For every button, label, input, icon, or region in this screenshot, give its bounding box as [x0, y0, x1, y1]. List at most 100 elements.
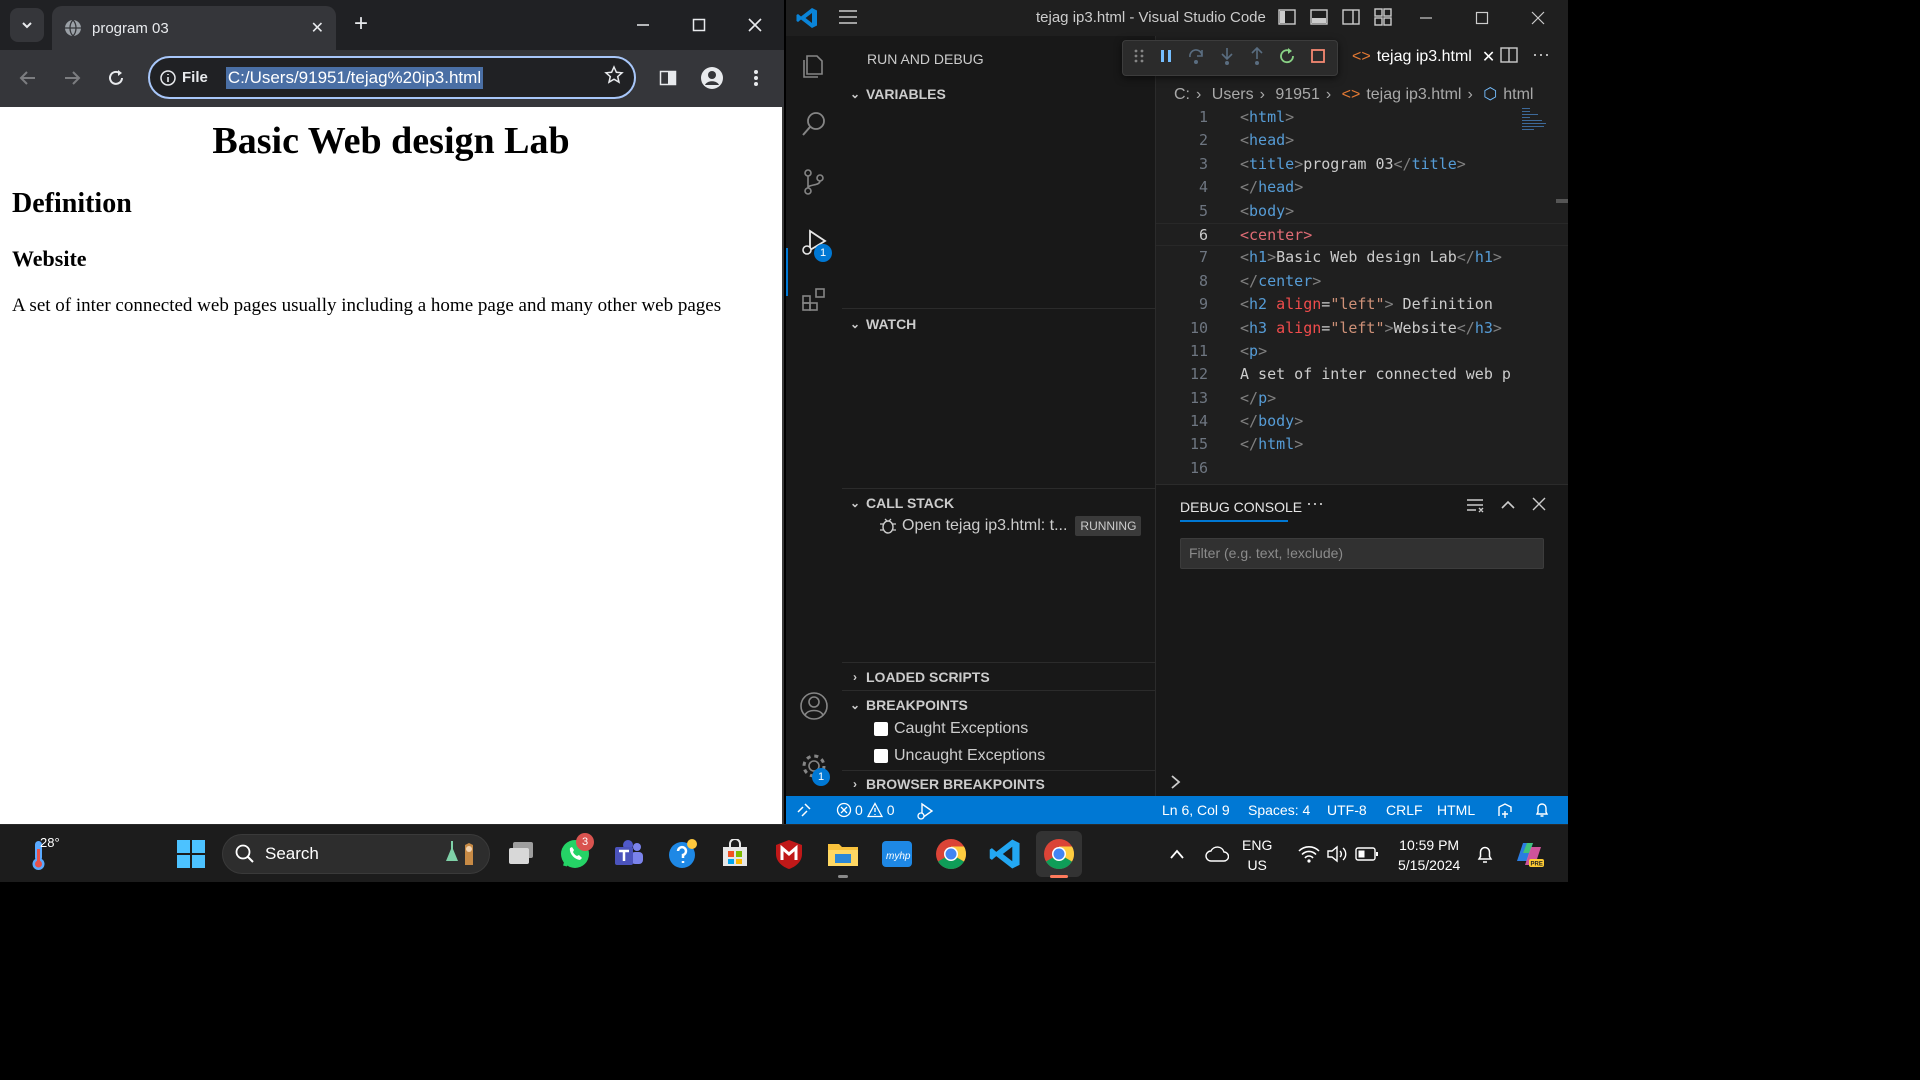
minimap[interactable] — [1522, 106, 1548, 136]
cursor-position[interactable]: Ln 6, Col 9 — [1162, 802, 1230, 818]
step-into-icon[interactable] — [1219, 47, 1235, 70]
chrome-app-active[interactable] — [1036, 831, 1082, 877]
maximize-button[interactable] — [684, 10, 714, 40]
browser-tab[interactable]: program 03 ✕ — [52, 6, 336, 50]
explorer-icon[interactable] — [794, 46, 834, 86]
section-watch[interactable]: ⌄ WATCH — [842, 308, 1156, 338]
whatsapp-app[interactable]: 3 — [556, 833, 594, 873]
indentation[interactable]: Spaces: 4 — [1248, 802, 1310, 818]
drag-handle-icon[interactable] — [1134, 48, 1144, 69]
console-filter-input[interactable]: Filter (e.g. text, !exclude) — [1180, 538, 1544, 569]
line-ending[interactable]: CRLF — [1386, 802, 1423, 818]
forward-button[interactable] — [56, 62, 88, 94]
battery-tray[interactable] — [1348, 835, 1386, 873]
minimize-button[interactable] — [628, 10, 658, 40]
code-editor[interactable]: 1 <html> 2 <head> 3 <title>program 03</titl… — [1156, 106, 1568, 480]
tab-close-icon[interactable]: ✕ — [311, 18, 324, 38]
manage-gear-icon[interactable]: 1 — [794, 746, 834, 786]
teams-app[interactable] — [610, 835, 648, 873]
mcafee-app[interactable] — [770, 835, 808, 873]
problems-indicator[interactable]: 0 0 — [836, 802, 895, 818]
start-button[interactable] — [172, 835, 210, 873]
panel-more-icon[interactable]: ··· — [1306, 493, 1324, 514]
copilot-button[interactable]: PRE — [1510, 835, 1548, 873]
toggle-primary-sidebar-icon[interactable] — [1278, 8, 1296, 31]
chrome-app[interactable] — [932, 835, 970, 873]
toggle-secondary-sidebar-icon[interactable] — [1342, 8, 1360, 31]
address-bar[interactable]: File C:/Users/91951/tejag%20ip3.html — [148, 56, 636, 99]
breakpoint-checkbox[interactable] — [874, 749, 888, 763]
section-breakpoints[interactable]: ⌄ BREAKPOINTS — [842, 690, 1156, 718]
breadcrumb-item[interactable]: 91951 — [1275, 86, 1320, 103]
task-view-button[interactable] — [502, 835, 540, 873]
accounts-icon[interactable] — [794, 686, 834, 726]
breadcrumb-item[interactable]: html — [1503, 86, 1533, 103]
microsoft-store-app[interactable] — [716, 835, 754, 873]
source-control-icon[interactable] — [794, 162, 834, 202]
close-panel-icon[interactable] — [1532, 497, 1546, 516]
hamburger-menu-icon[interactable] — [838, 8, 858, 31]
show-hidden-icons-button[interactable] — [1158, 835, 1196, 873]
section-call-stack[interactable]: ⌄ CALL STACK — [842, 488, 1156, 516]
customize-layout-icon[interactable] — [1374, 8, 1392, 31]
tab-search-button[interactable] — [10, 8, 44, 42]
onedrive-tray[interactable] — [1198, 835, 1236, 873]
debug-status-icon[interactable] — [916, 802, 934, 820]
vscode-close-button[interactable] — [1526, 6, 1550, 30]
myhp-app[interactable]: myhp — [878, 835, 916, 873]
bookmark-star-icon[interactable] — [604, 65, 624, 90]
notification-center-button[interactable] — [1466, 835, 1504, 873]
editor-tab[interactable]: <> tejag ip3.html ✕ — [1352, 42, 1495, 72]
vscode-app[interactable] — [986, 835, 1024, 873]
tab-debug-console[interactable]: DEBUG CONSOLE — [1180, 499, 1302, 515]
notifications-bell-icon[interactable] — [1534, 802, 1550, 818]
editor-scrollbar[interactable] — [1556, 199, 1568, 203]
run-and-debug-icon[interactable]: 1 — [794, 222, 834, 262]
step-over-icon[interactable] — [1187, 47, 1205, 70]
back-button[interactable] — [12, 62, 44, 94]
language-indicator[interactable]: ENG US — [1242, 835, 1272, 875]
breadcrumb-item[interactable]: tejag ip3.html — [1366, 86, 1461, 103]
search-icon[interactable] — [794, 104, 834, 144]
remote-indicator-icon[interactable] — [796, 802, 812, 818]
close-button[interactable] — [740, 10, 770, 40]
site-info-chip[interactable]: File — [160, 69, 208, 86]
stop-icon[interactable] — [1310, 48, 1326, 69]
copilot-icon[interactable] — [1496, 802, 1514, 820]
address-url[interactable]: C:/Users/91951/tejag%20ip3.html — [225, 66, 484, 89]
chrome-menu-button[interactable] — [740, 62, 772, 94]
call-stack-item[interactable]: Open tejag ip3.html: t... RUNNING — [878, 516, 1142, 536]
section-variables[interactable]: ⌄ VARIABLES — [842, 82, 1156, 106]
weather-widget[interactable]: 28° — [26, 835, 66, 875]
breadcrumb-item[interactable]: C: — [1174, 86, 1190, 103]
restart-icon[interactable] — [1278, 47, 1296, 70]
taskbar-search-box[interactable]: Search — [222, 834, 490, 874]
step-out-icon[interactable] — [1249, 46, 1265, 70]
toggle-panel-icon[interactable] — [1310, 8, 1328, 31]
get-help-app[interactable] — [664, 835, 702, 873]
split-editor-icon[interactable] — [1500, 46, 1518, 69]
vscode-minimize-button[interactable] — [1414, 6, 1438, 30]
profile-button[interactable] — [696, 62, 728, 94]
breakpoint-caught-exceptions[interactable]: Caught Exceptions — [874, 720, 1028, 738]
clock[interactable]: 10:59 PM 5/15/2024 — [1398, 835, 1460, 875]
console-prompt-icon[interactable] — [1170, 775, 1182, 794]
section-loaded-scripts[interactable]: › LOADED SCRIPTS — [842, 662, 1156, 690]
section-browser-breakpoints[interactable]: › BROWSER BREAKPOINTS — [842, 770, 1156, 796]
encoding[interactable]: UTF-8 — [1327, 802, 1367, 818]
editor-more-actions-icon[interactable]: ··· — [1532, 44, 1550, 65]
maximize-panel-icon[interactable] — [1500, 497, 1516, 518]
reload-button[interactable] — [100, 62, 132, 94]
side-panel-button[interactable] — [652, 62, 684, 94]
breakpoint-checkbox[interactable] — [874, 722, 888, 736]
clear-console-icon[interactable] — [1466, 497, 1484, 518]
vscode-maximize-button[interactable] — [1470, 6, 1494, 30]
pause-icon[interactable] — [1158, 48, 1174, 69]
new-tab-button[interactable]: + — [348, 10, 374, 40]
file-explorer-app[interactable] — [824, 835, 862, 873]
language-mode[interactable]: HTML — [1437, 802, 1475, 818]
breadcrumb-item[interactable]: Users — [1212, 86, 1254, 103]
editor-tab-close-icon[interactable]: ✕ — [1482, 47, 1495, 67]
extensions-icon[interactable] — [794, 280, 834, 320]
breakpoint-uncaught-exceptions[interactable]: Uncaught Exceptions — [874, 747, 1045, 765]
